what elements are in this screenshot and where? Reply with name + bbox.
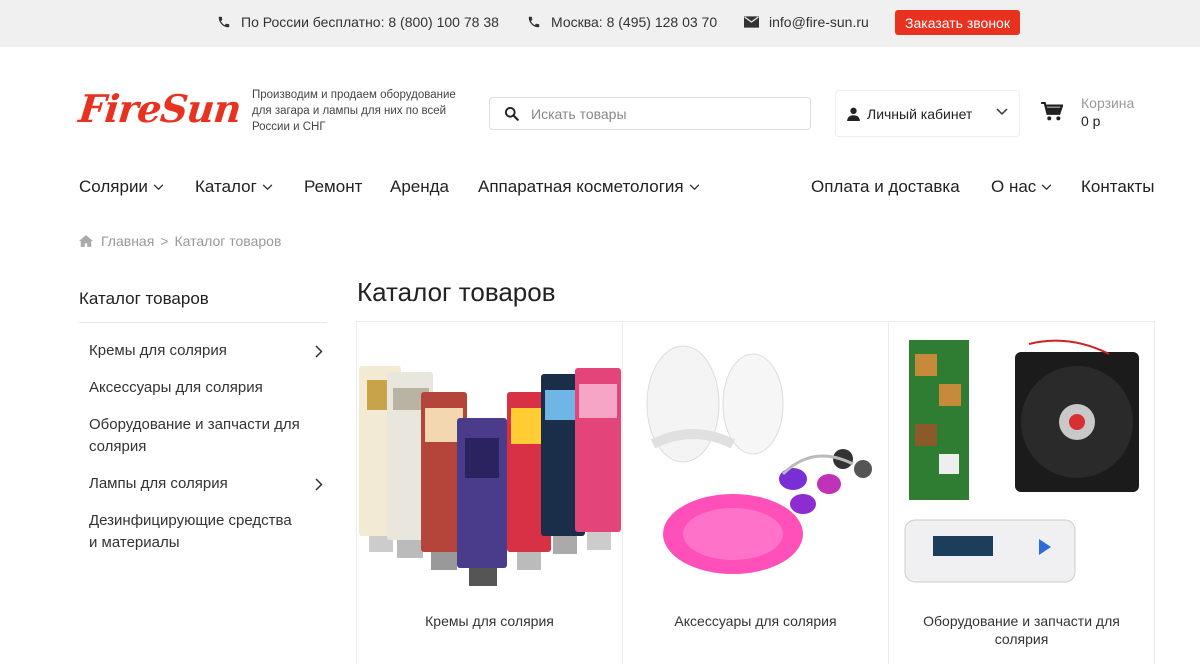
sidebar-list: Кремы для солярия Аксессуары для солярия…	[79, 340, 327, 554]
phone-russia[interactable]: По России бесплатно: 8 (800) 100 78 38	[217, 14, 499, 30]
search-input[interactable]	[531, 105, 791, 122]
nav-item-rent[interactable]: Аренда	[390, 177, 449, 197]
category-card-label: Оборудование и запчасти для солярия	[923, 613, 1120, 647]
logo[interactable]: FireSun	[77, 78, 243, 140]
nav-item-about[interactable]: О нас	[991, 177, 1052, 197]
nav-label: Аренда	[390, 177, 450, 196]
phone-icon	[528, 16, 540, 28]
phone-moscow-text: Москва: 8 (495) 128 03 70	[551, 14, 718, 30]
account-dropdown[interactable]: Личный кабинет	[835, 90, 1020, 137]
chevron-down-icon	[262, 183, 273, 190]
logo-text: FireSun	[76, 86, 243, 131]
sidebar-item-accessories[interactable]: Аксессуары для солярия	[79, 377, 327, 399]
phone-icon	[218, 16, 230, 28]
nav-label: Каталог	[195, 177, 257, 196]
sidebar-item-disinfectants[interactable]: Дезинфицирующие средства и материалы	[79, 510, 327, 554]
chevron-down-icon	[689, 183, 699, 190]
category-card-label: Аксессуары для солярия	[674, 613, 837, 629]
cart-icon	[1041, 102, 1063, 121]
email-text: info@fire-sun.ru	[769, 14, 869, 30]
category-grid: Кремы для солярия Аксессуары для солярия	[356, 321, 1155, 664]
envelope-icon	[744, 16, 759, 28]
nav-item-contacts[interactable]: Контакты	[1081, 177, 1154, 197]
phone-russia-text: По России бесплатно: 8 (800) 100 78 38	[241, 14, 499, 30]
nav-item-solarii[interactable]: Солярии	[79, 177, 164, 197]
top-bar: По России бесплатно: 8 (800) 100 78 38 М…	[0, 0, 1200, 47]
sidebar-item-label: Оборудование и запчасти для солярия	[89, 416, 300, 455]
category-card-label: Кремы для солярия	[425, 613, 554, 629]
nav-label: Оплата и доставка	[811, 177, 960, 196]
sidebar-item-label: Аксессуары для солярия	[89, 379, 263, 396]
sidebar-item-equipment[interactable]: Оборудование и запчасти для солярия	[79, 414, 327, 458]
category-card-accessories[interactable]: Аксессуары для солярия	[623, 322, 889, 664]
sidebar: Каталог товаров Кремы для солярия Аксесс…	[79, 285, 327, 569]
chevron-down-icon	[153, 183, 164, 190]
nav-label: Аппаратная косметология	[478, 177, 684, 196]
sidebar-item-creams[interactable]: Кремы для солярия	[79, 340, 327, 362]
sidebar-item-label: Дезинфицирующие средства и материалы	[89, 512, 292, 551]
nav-label: О нас	[991, 177, 1037, 196]
search-icon	[504, 106, 519, 121]
category-card-creams[interactable]: Кремы для солярия	[357, 322, 623, 664]
nav-item-catalog[interactable]: Каталог	[195, 177, 273, 197]
main-nav: Солярии Каталог Ремонт Аренда Аппаратная…	[0, 177, 1200, 199]
callback-button[interactable]: Заказать звонок	[895, 10, 1020, 35]
email-link[interactable]: info@fire-sun.ru	[744, 14, 869, 30]
page-title: Каталог товаров	[357, 277, 556, 307]
nav-label: Ремонт	[304, 177, 363, 196]
sidebar-item-label: Кремы для солярия	[89, 342, 227, 359]
breadcrumb: Главная > Каталог товаров	[79, 233, 281, 249]
nav-item-payment-delivery[interactable]: Оплата и доставка	[811, 177, 960, 197]
home-icon	[79, 235, 93, 247]
nav-item-repair[interactable]: Ремонт	[304, 177, 362, 197]
sidebar-item-label: Лампы для солярия	[89, 475, 228, 492]
nav-label: Солярии	[79, 177, 148, 196]
breadcrumb-home[interactable]: Главная	[101, 233, 154, 249]
breadcrumb-separator: >	[160, 233, 169, 249]
user-icon	[847, 107, 860, 121]
search-box[interactable]	[489, 97, 811, 130]
accessories-image	[646, 345, 872, 574]
chevron-down-icon	[996, 108, 1008, 116]
chevron-right-icon	[315, 345, 323, 358]
cart-title: Корзина	[1081, 95, 1135, 111]
nav-label: Контакты	[1081, 177, 1155, 196]
sidebar-title: Каталог товаров	[79, 289, 327, 323]
cart-sum: 0 р	[1081, 113, 1101, 129]
chevron-right-icon	[315, 478, 323, 491]
tanning-creams-image	[359, 366, 621, 586]
phone-moscow[interactable]: Москва: 8 (495) 128 03 70	[527, 14, 717, 30]
nav-item-cosmetology[interactable]: Аппаратная косметология	[478, 177, 700, 197]
account-label: Личный кабинет	[867, 105, 973, 122]
chevron-down-icon	[1041, 183, 1052, 190]
sidebar-item-lamps[interactable]: Лампы для солярия	[79, 473, 327, 495]
equipment-image	[904, 339, 1139, 583]
category-card-equipment[interactable]: Оборудование и запчасти для солярия	[889, 322, 1155, 664]
tagline: Производим и продаем оборудование для за…	[252, 89, 456, 133]
cart[interactable]: Корзина 0 р	[1041, 94, 1134, 130]
breadcrumb-current: Каталог товаров	[174, 233, 282, 249]
